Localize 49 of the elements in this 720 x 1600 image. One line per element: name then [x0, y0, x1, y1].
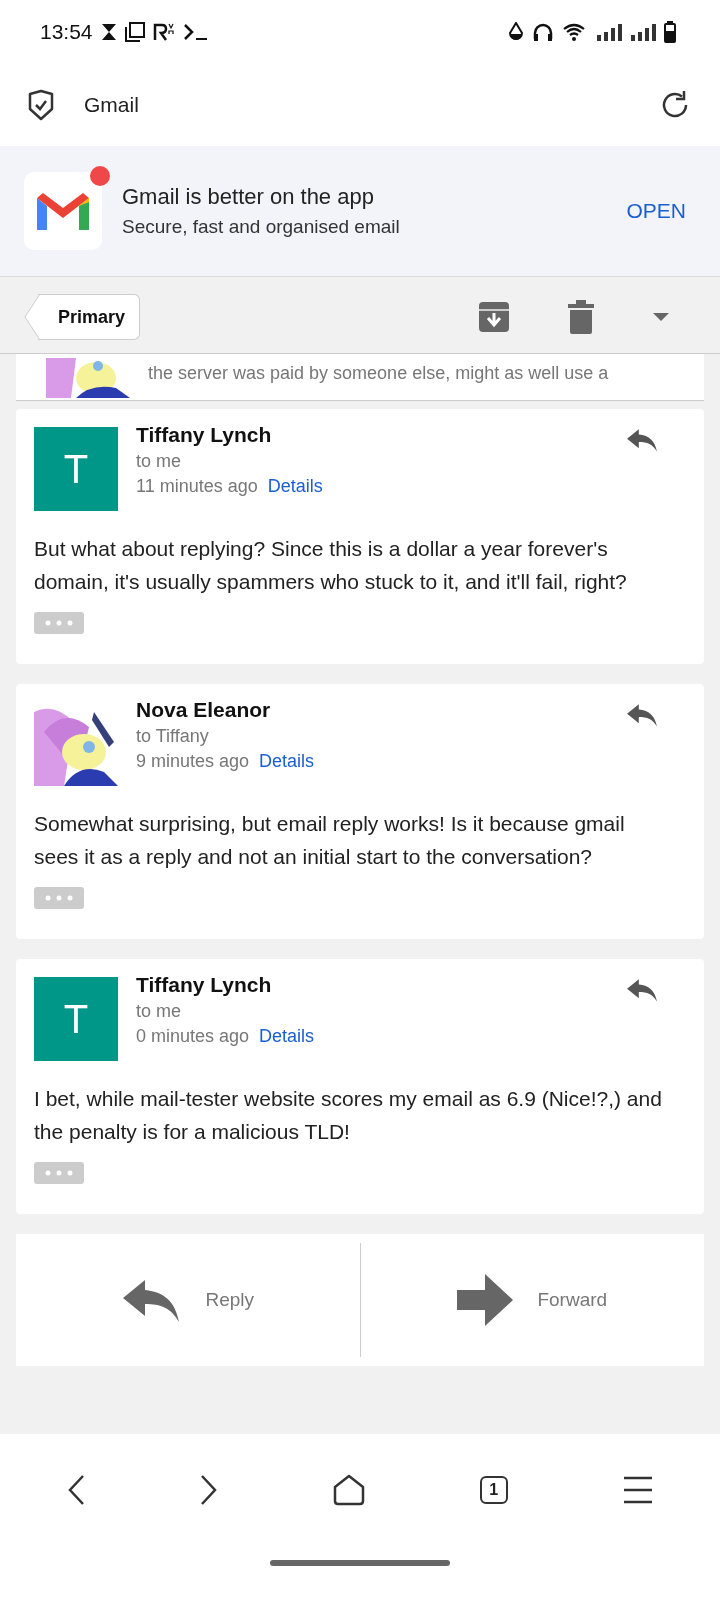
- message-snippet: the server was paid by someone else, might as well use a: [148, 363, 609, 384]
- archive-icon[interactable]: [478, 301, 510, 333]
- sender-name: Tiffany Lynch: [136, 423, 273, 447]
- ellipsis-icon: [44, 620, 74, 627]
- forward-icon[interactable]: [200, 1474, 219, 1506]
- vnc-icon: [152, 22, 175, 42]
- letter-avatar: T: [34, 427, 118, 511]
- message-time: 0 minutes ago: [136, 1026, 250, 1048]
- headphones-icon: [532, 22, 554, 42]
- copy-icon: [124, 22, 145, 42]
- message-time: 9 minutes ago: [136, 751, 250, 773]
- dropdown-caret-icon[interactable]: [652, 312, 670, 322]
- signal-icon: [630, 22, 656, 42]
- forward-button[interactable]: Forward: [360, 1260, 704, 1341]
- gmail-logo: [35, 190, 91, 232]
- menu-icon[interactable]: [622, 1476, 653, 1504]
- battery-icon: [664, 21, 676, 43]
- ellipsis-icon: [44, 895, 74, 902]
- reply-button[interactable]: Reply: [16, 1260, 360, 1341]
- signal-icon: [596, 22, 622, 42]
- recipient-text: to Tiffany: [136, 726, 210, 748]
- recipient-text: to me: [136, 1001, 183, 1023]
- refresh-icon[interactable]: [660, 90, 690, 120]
- hourglass-icon: [100, 23, 117, 41]
- open-app-button[interactable]: OPEN: [626, 199, 686, 223]
- letter-avatar: T: [34, 977, 118, 1062]
- details-link[interactable]: Details: [259, 1026, 315, 1048]
- message-body: I bet, while mail-tester website scores my email as 6.9 (Nice!?,) and the penalty is for a malicious TLD!: [34, 1086, 662, 1145]
- sender-name: Tiffany Lynch: [136, 973, 273, 998]
- message-body: Somewhat surprising, but email reply works! Is it because gmail sees it as a reply and not an initial start to the conversation?: [34, 811, 626, 870]
- site-title: Gmail: [84, 93, 139, 117]
- banner-title: Gmail is better on the app: [122, 184, 375, 210]
- message-time: 11 minutes ago: [136, 476, 258, 497]
- recipient-text: to me: [136, 451, 183, 472]
- clock-time: 13:54: [40, 20, 93, 44]
- terminal-icon: [182, 23, 209, 41]
- trash-icon[interactable]: [568, 300, 594, 334]
- details-link[interactable]: Details: [267, 476, 323, 497]
- details-link[interactable]: Details: [259, 751, 315, 773]
- banner-subtitle: Secure, fast and organised email: [122, 216, 401, 238]
- sender-name: Nova Eleanor: [136, 698, 272, 723]
- droplet-icon: [508, 22, 524, 42]
- forward-arrow-icon: [457, 1274, 514, 1327]
- ellipsis-icon: [44, 1170, 74, 1177]
- message-body: But what about replying? Since this is a dollar a year forever's domain, it's usually spammers who stuck to it, and it'll fail, right?: [34, 536, 628, 595]
- shield-check-icon: [26, 89, 56, 121]
- tabs-button[interactable]: 1: [479, 1476, 508, 1504]
- home-icon[interactable]: [333, 1474, 365, 1506]
- back-icon[interactable]: [67, 1474, 86, 1506]
